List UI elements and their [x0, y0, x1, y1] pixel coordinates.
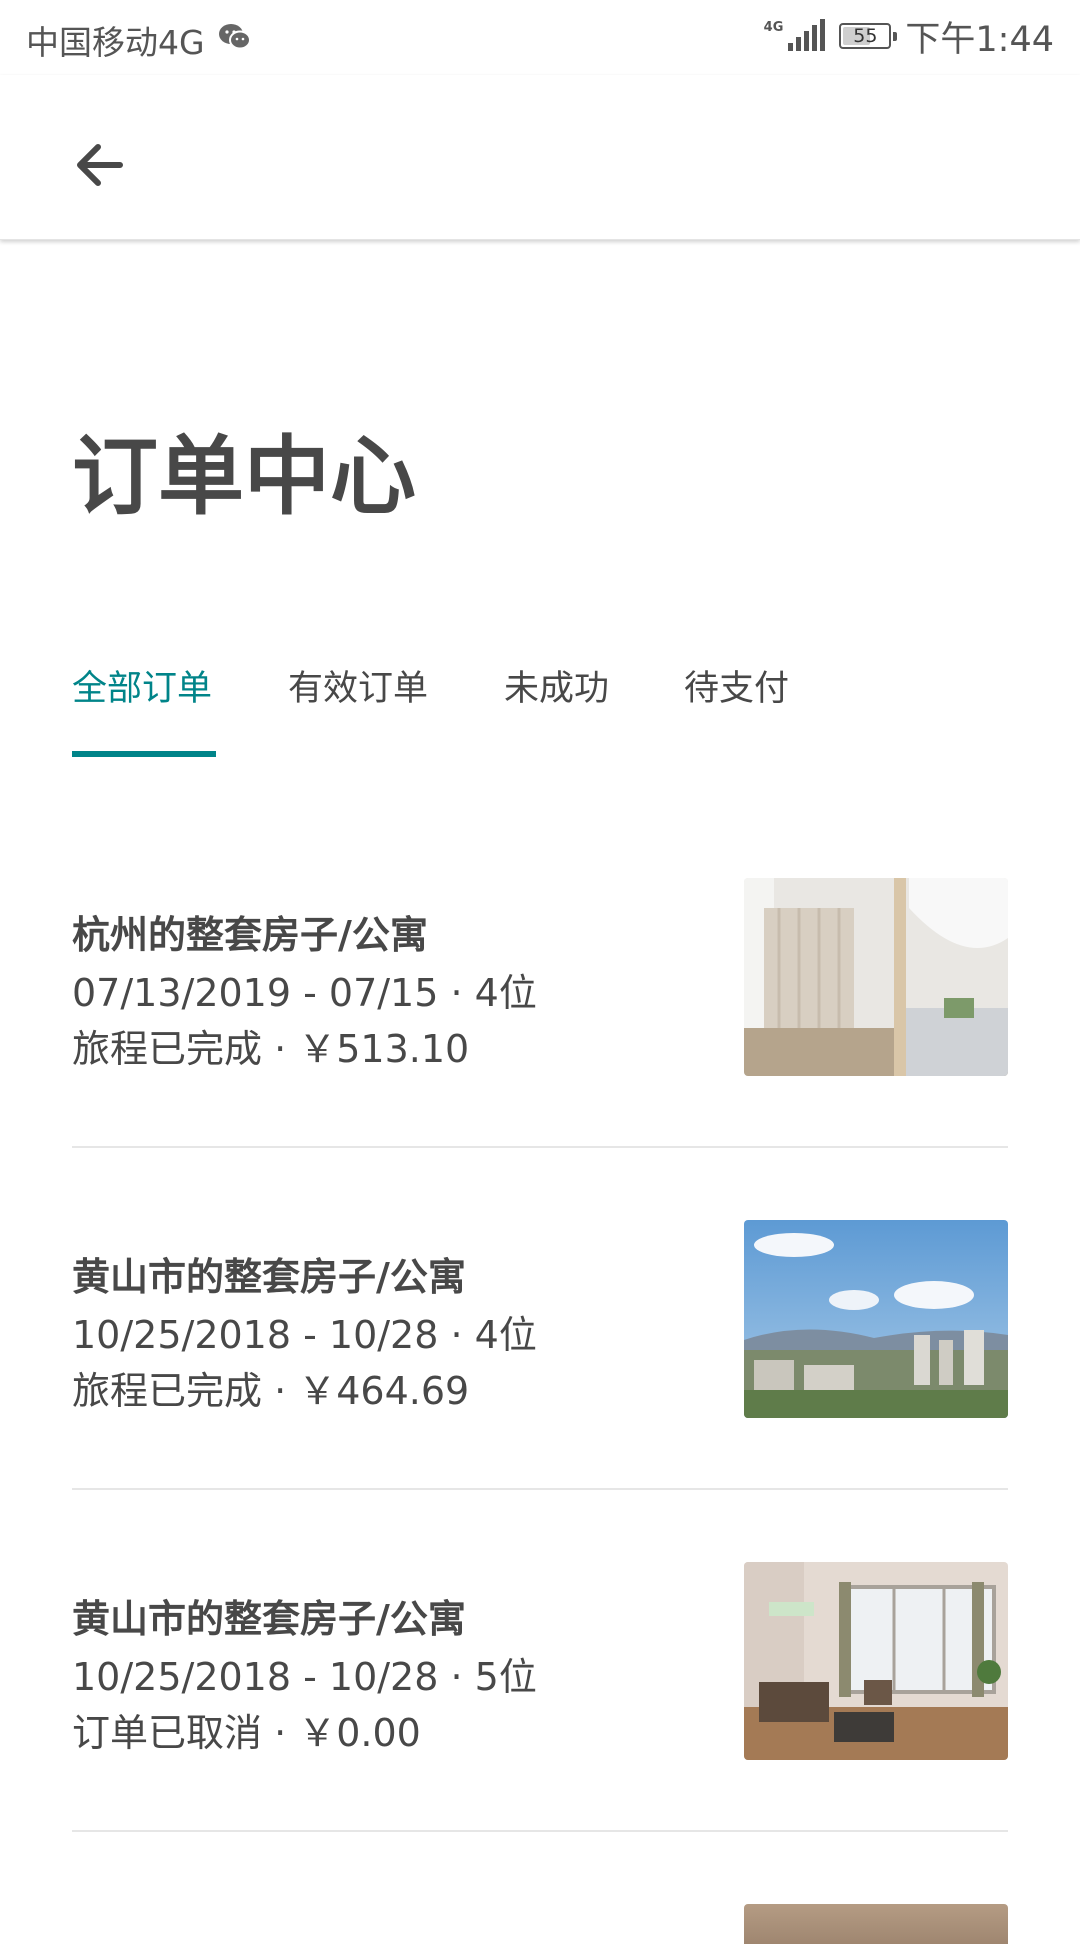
tab-pending-payment[interactable]: 待支付 [684, 660, 789, 711]
listing-photo [744, 1562, 1008, 1760]
order-item[interactable]: 黄山市的整套房子/公寓 10/25/2018 - 10/28 · 5位 订单已取… [72, 1562, 1008, 1904]
divider [72, 1830, 1008, 1832]
status-bar: 中国移动4G 4G 55 下午1:44 [0, 0, 1080, 75]
carrier-label: 中国移动4G [26, 23, 205, 62]
wechat-icon [218, 22, 252, 56]
order-status-price: 订单已取消 · ￥0.00 [72, 1711, 421, 1755]
tab-valid-orders[interactable]: 有效订单 [288, 660, 428, 711]
order-item[interactable]: 杭州的整套房子/公寓 07/13/2019 - 07/15 · 4位 旅程已完成… [72, 878, 1008, 1220]
order-item[interactable]: 黄山市的整套房子/公寓 10/25/2018 - 10/28 · 4位 旅程已完… [72, 1220, 1008, 1562]
order-title: 黄山市的整套房子/公寓 [72, 1597, 466, 1641]
order-status-price: 旅程已完成 · ￥513.10 [72, 1027, 470, 1071]
back-button[interactable] [62, 125, 142, 205]
active-tab-indicator [72, 751, 216, 757]
status-time: 下午1:44 [905, 19, 1054, 60]
order-dates: 07/13/2019 - 07/15 · 4位 [72, 971, 537, 1015]
listing-photo [744, 878, 1008, 1076]
battery-icon: 55 [839, 23, 898, 49]
order-status-price: 旅程已完成 · ￥464.69 [72, 1369, 470, 1413]
tab-all-orders[interactable]: 全部订单 [72, 660, 212, 711]
order-title: 杭州的整套房子/公寓 [72, 913, 428, 957]
top-app-bar [0, 75, 1080, 240]
order-dates: 10/25/2018 - 10/28 · 4位 [72, 1313, 537, 1357]
network-type-label: 4G [763, 20, 784, 35]
order-dates: 10/25/2018 - 10/28 · 5位 [72, 1655, 537, 1699]
battery-level: 55 [853, 25, 878, 47]
signal-icon: 4G [763, 19, 826, 51]
tab-unsuccessful[interactable]: 未成功 [504, 660, 609, 711]
status-icons: 4G 55 下午1:44 [763, 14, 1054, 60]
order-title: 黄山市的整套房子/公寓 [72, 1255, 466, 1299]
listing-photo [744, 1220, 1008, 1418]
divider [72, 1146, 1008, 1148]
divider [72, 1488, 1008, 1490]
listing-photo [744, 1904, 1008, 1944]
arrow-left-icon [77, 144, 123, 186]
page-title: 订单中心 [72, 427, 416, 527]
